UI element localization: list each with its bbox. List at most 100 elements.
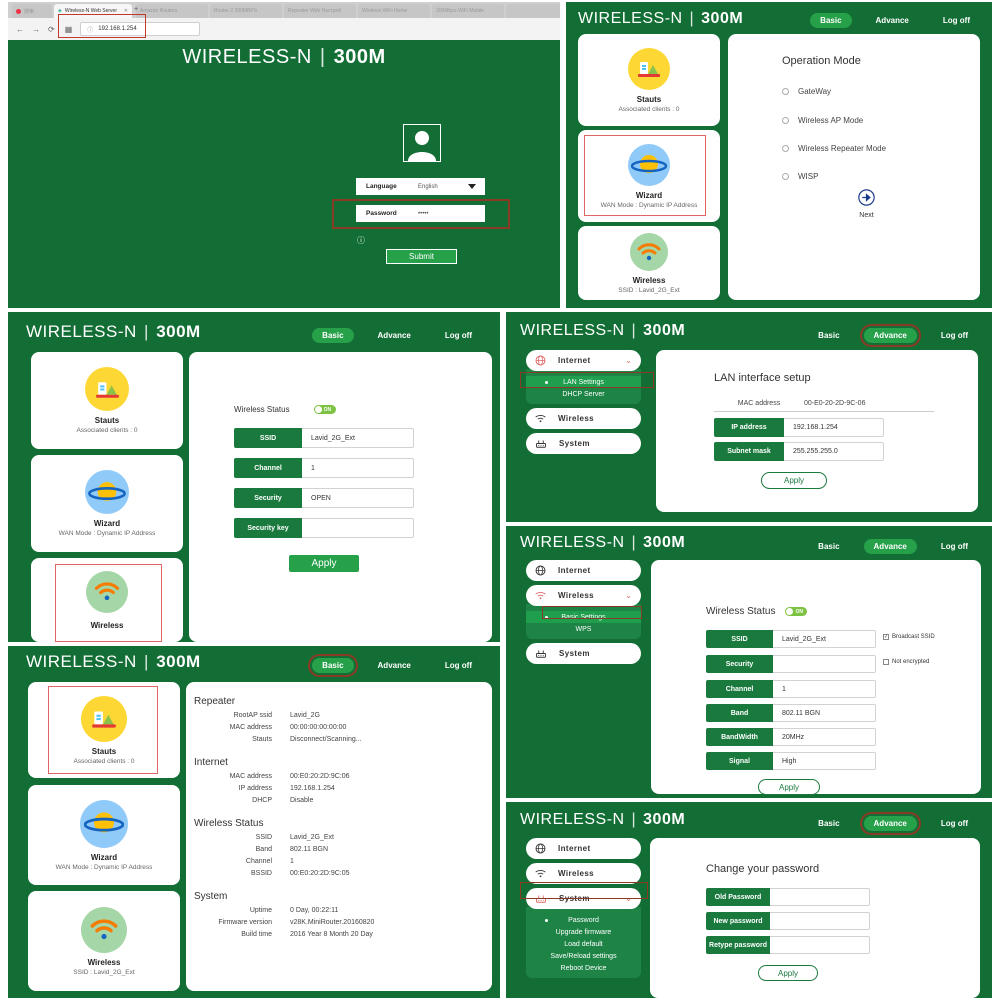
field-channel[interactable]: Channel 1	[706, 680, 876, 698]
nav-logoff[interactable]: Log off	[931, 816, 978, 831]
field-value[interactable]: 1	[773, 680, 876, 698]
browser-tab[interactable]: Wireless WiFi Home	[358, 4, 430, 18]
browser-tab[interactable]: Router 2 300MBPS	[210, 4, 282, 18]
nav-advance[interactable]: Advance	[866, 13, 919, 28]
field-bandwidth[interactable]: BandWidth 20MHz	[706, 728, 876, 746]
field-value[interactable]: Lavid_2G_Ext	[773, 630, 876, 648]
field-value[interactable]	[302, 518, 414, 538]
radio-icon[interactable]	[782, 88, 789, 95]
apply-button[interactable]: Apply	[761, 472, 827, 489]
browser-tab[interactable]	[506, 4, 560, 18]
nav-advance[interactable]: Advance	[368, 328, 421, 343]
sidebar-item-wireless[interactable]: Wireless	[526, 408, 641, 429]
field-value[interactable]: 255.255.255.0	[784, 442, 884, 461]
chevron-down-icon[interactable]: ⌄	[625, 356, 632, 365]
chevron-down-icon[interactable]: ⌄	[625, 591, 632, 600]
field-new-password[interactable]: New password	[706, 912, 870, 930]
field-ssid[interactable]: SSID Lavid_2G_Ext	[706, 630, 876, 648]
nav-logoff[interactable]: Log off	[931, 539, 978, 554]
card-wizard[interactable]: Wizard WAN Mode : Dynamic IP Address	[31, 455, 183, 552]
sidebar-item-system[interactable]: System	[526, 643, 641, 664]
radio-wireless-repeater[interactable]: Wireless Repeater Mode	[782, 144, 886, 153]
field-value[interactable]: OPEN	[302, 488, 414, 508]
apply-button[interactable]: Apply	[758, 779, 820, 795]
field-value[interactable]: 20MHz	[773, 728, 876, 746]
forward-arrow-icon[interactable]: →	[32, 25, 40, 34]
field-ip-address[interactable]: IP address 192.168.1.254	[714, 418, 884, 437]
chevron-down-icon[interactable]	[468, 184, 476, 189]
nav-advance[interactable]: Advance	[864, 328, 917, 343]
radio-wireless-ap[interactable]: Wireless AP Mode	[782, 116, 863, 125]
reload-icon[interactable]: ⟳	[48, 25, 55, 34]
submenu-item-save-reload-settings[interactable]: Save/Reload settings	[526, 950, 641, 962]
field-security-key[interactable]: Security key	[234, 518, 414, 538]
field-old-password[interactable]: Old Password	[706, 888, 870, 906]
next-button[interactable]: Next	[858, 189, 875, 219]
radio-wisp[interactable]: WISP	[782, 172, 818, 181]
field-value[interactable]: 1	[302, 458, 414, 478]
nav-advance[interactable]: Advance	[864, 539, 917, 554]
field-retype-password[interactable]: Retype password	[706, 936, 870, 954]
language-field[interactable]: Language English	[356, 178, 485, 195]
submit-button[interactable]: Submit	[386, 249, 457, 264]
info-circle-icon[interactable]: ⓘ	[357, 235, 365, 246]
browser-tab[interactable]: 300Mbps WiFi Mobile	[432, 4, 504, 18]
field-value[interactable]: 192.168.1.254	[784, 418, 884, 437]
card-stauts[interactable]: Stauts Associated clients : 0	[31, 352, 183, 449]
radio-icon[interactable]	[782, 173, 789, 180]
back-arrow-icon[interactable]: ←	[16, 25, 24, 34]
browser-tab[interactable]: 搜索	[12, 4, 52, 18]
sidebar-item-internet[interactable]: Internet ⌄	[526, 350, 641, 371]
sidebar-item-internet[interactable]: Internet	[526, 560, 641, 581]
new-tab-icon[interactable]: +	[134, 6, 138, 13]
field-value[interactable]	[773, 655, 876, 673]
field-value[interactable]: Lavid_2G_Ext	[302, 428, 414, 448]
card-wireless[interactable]: Wireless SSID : Lavid_2G_Ext	[28, 891, 180, 991]
checkbox-broadcast-ssid[interactable]: ✓ Broadcast SSID	[883, 634, 935, 640]
wireless-status-toggle[interactable]: ON	[314, 405, 336, 414]
nav-basic[interactable]: Basic	[808, 328, 849, 343]
field-ssid[interactable]: SSID Lavid_2G_Ext	[234, 428, 414, 448]
nav-logoff[interactable]: Log off	[435, 658, 482, 673]
submenu-item-password[interactable]: Password	[526, 914, 641, 926]
nav-logoff[interactable]: Log off	[931, 328, 978, 343]
browser-tab[interactable]: Amazon Routers	[136, 4, 208, 18]
nav-basic[interactable]: Basic	[808, 539, 849, 554]
field-band[interactable]: Band 802.11 BGN	[706, 704, 876, 722]
apply-button[interactable]: Apply	[289, 555, 359, 572]
field-security[interactable]: Security	[706, 655, 876, 673]
submenu-item-reboot-device[interactable]: Reboot Device	[526, 962, 641, 974]
field-value[interactable]	[770, 912, 870, 930]
radio-icon[interactable]	[782, 117, 789, 124]
field-security[interactable]: Security OPEN	[234, 488, 414, 508]
submenu-item-load-default[interactable]: Load default	[526, 938, 641, 950]
sidebar-item-system[interactable]: System	[526, 433, 641, 454]
nav-basic[interactable]: Basic	[312, 328, 353, 343]
nav-basic[interactable]: Basic	[312, 658, 353, 673]
browser-tab[interactable]: Repeater Web Настрой	[284, 4, 356, 18]
submenu-item-dhcp-server[interactable]: DHCP Server	[526, 388, 641, 400]
field-signal[interactable]: Signal High	[706, 752, 876, 770]
checkbox-not-encrypted[interactable]: Not encrypted	[883, 659, 929, 665]
field-value[interactable]	[770, 888, 870, 906]
nav-basic[interactable]: Basic	[810, 13, 851, 28]
checkbox-icon[interactable]: ✓	[883, 634, 889, 640]
nav-logoff[interactable]: Log off	[933, 13, 980, 28]
card-stauts[interactable]: Stauts Associated clients : 0	[578, 34, 720, 126]
field-value[interactable]: 802.11 BGN	[773, 704, 876, 722]
apply-button[interactable]: Apply	[758, 965, 818, 981]
field-value[interactable]	[770, 936, 870, 954]
radio-gateway[interactable]: GateWay	[782, 87, 831, 96]
field-subnet-mask[interactable]: Subnet mask 255.255.255.0	[714, 442, 884, 461]
nav-basic[interactable]: Basic	[808, 816, 849, 831]
nav-advance[interactable]: Advance	[368, 658, 421, 673]
sidebar-item-wireless[interactable]: Wireless ⌄	[526, 585, 641, 606]
card-wireless[interactable]: Wireless SSID : Lavid_2G_Ext	[578, 226, 720, 300]
checkbox-icon[interactable]	[883, 659, 889, 665]
card-wizard[interactable]: Wizard WAN Mode : Dynamic IP Address	[28, 785, 180, 885]
radio-icon[interactable]	[782, 145, 789, 152]
nav-logoff[interactable]: Log off	[435, 328, 482, 343]
field-channel[interactable]: Channel 1	[234, 458, 414, 478]
submenu-item-upgrade-firmware[interactable]: Upgrade firmware	[526, 926, 641, 938]
sidebar-item-internet[interactable]: Internet	[526, 838, 641, 859]
